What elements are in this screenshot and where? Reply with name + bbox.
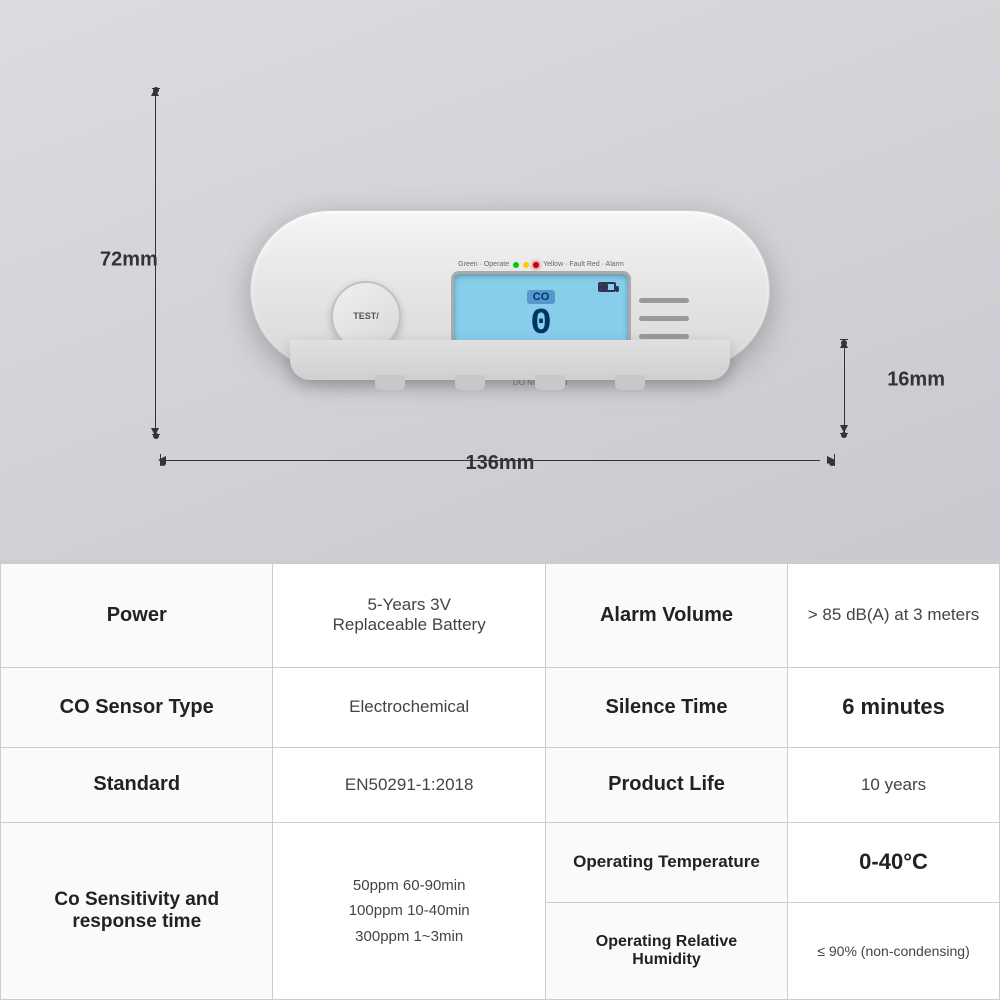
yellow-led xyxy=(523,262,529,268)
co-sensor-label: CO Sensor Type xyxy=(1,667,273,747)
device-base xyxy=(290,340,730,380)
corner-dot-rt xyxy=(841,340,847,346)
specs-section: Power 5-Years 3VReplaceable Battery Alar… xyxy=(0,560,1000,1000)
silence-time-label: Silence Time xyxy=(545,667,787,747)
corner-dot-rb xyxy=(841,432,847,438)
alarm-volume-label: Alarm Volume xyxy=(545,564,787,668)
standard-value: EN50291-1:2018 xyxy=(273,747,545,822)
table-row: CO Sensor Type Electrochemical Silence T… xyxy=(1,667,1000,747)
height-dimension-label: 72mm xyxy=(100,249,158,272)
width-dimension-label: 136mm xyxy=(466,452,535,475)
co-label: CO xyxy=(527,290,556,304)
op-humidity-label: Operating Relative Humidity xyxy=(545,902,787,999)
product-image-section: 72mm Green · Operate Yellow · Fault Red … xyxy=(0,0,1000,560)
device-feet xyxy=(350,375,670,390)
depth-dimension-label: 16mm xyxy=(887,369,945,392)
co-sensor-value: Electrochemical xyxy=(273,667,545,747)
power-value: 5-Years 3VReplaceable Battery xyxy=(273,564,545,668)
silence-time-value: 6 minutes xyxy=(788,667,1000,747)
green-led xyxy=(513,262,519,268)
table-row: Power 5-Years 3VReplaceable Battery Alar… xyxy=(1,564,1000,668)
specs-table: Power 5-Years 3VReplaceable Battery Alar… xyxy=(0,563,1000,1000)
depth-dimension-line xyxy=(844,340,845,435)
product-life-label: Product Life xyxy=(545,747,787,822)
product-life-value: 10 years xyxy=(788,747,1000,822)
red-led xyxy=(533,262,539,268)
corner-dot-tl xyxy=(153,87,159,93)
op-temp-value: 0-40°C xyxy=(788,822,1000,902)
op-temp-label: Operating Temperature xyxy=(545,822,787,902)
standard-label: Standard xyxy=(1,747,273,822)
led-indicators: Green · Operate Yellow · Fault Red · Ala… xyxy=(451,261,631,268)
speaker-grille xyxy=(639,291,689,346)
corner-dot-brl xyxy=(829,460,835,466)
alarm-volume-value: > 85 dB(A) at 3 meters xyxy=(788,564,1000,668)
power-label: Power xyxy=(1,564,273,668)
table-row: Co Sensitivity and response time 50ppm 6… xyxy=(1,822,1000,902)
corner-dot-bll xyxy=(160,460,166,466)
corner-dot-bl xyxy=(153,433,159,439)
sensitivity-value: 50ppm 60-90min 100ppm 10-40min 300ppm 1~… xyxy=(273,822,545,999)
device-illustration: Green · Operate Yellow · Fault Red · Ala… xyxy=(210,180,790,420)
sensitivity-label: Co Sensitivity and response time xyxy=(1,822,273,999)
op-humidity-value: ≤ 90% (non-condensing) xyxy=(788,902,1000,999)
lcd-reading: 0 xyxy=(530,306,552,342)
table-row: Standard EN50291-1:2018 Product Life 10 … xyxy=(1,747,1000,822)
